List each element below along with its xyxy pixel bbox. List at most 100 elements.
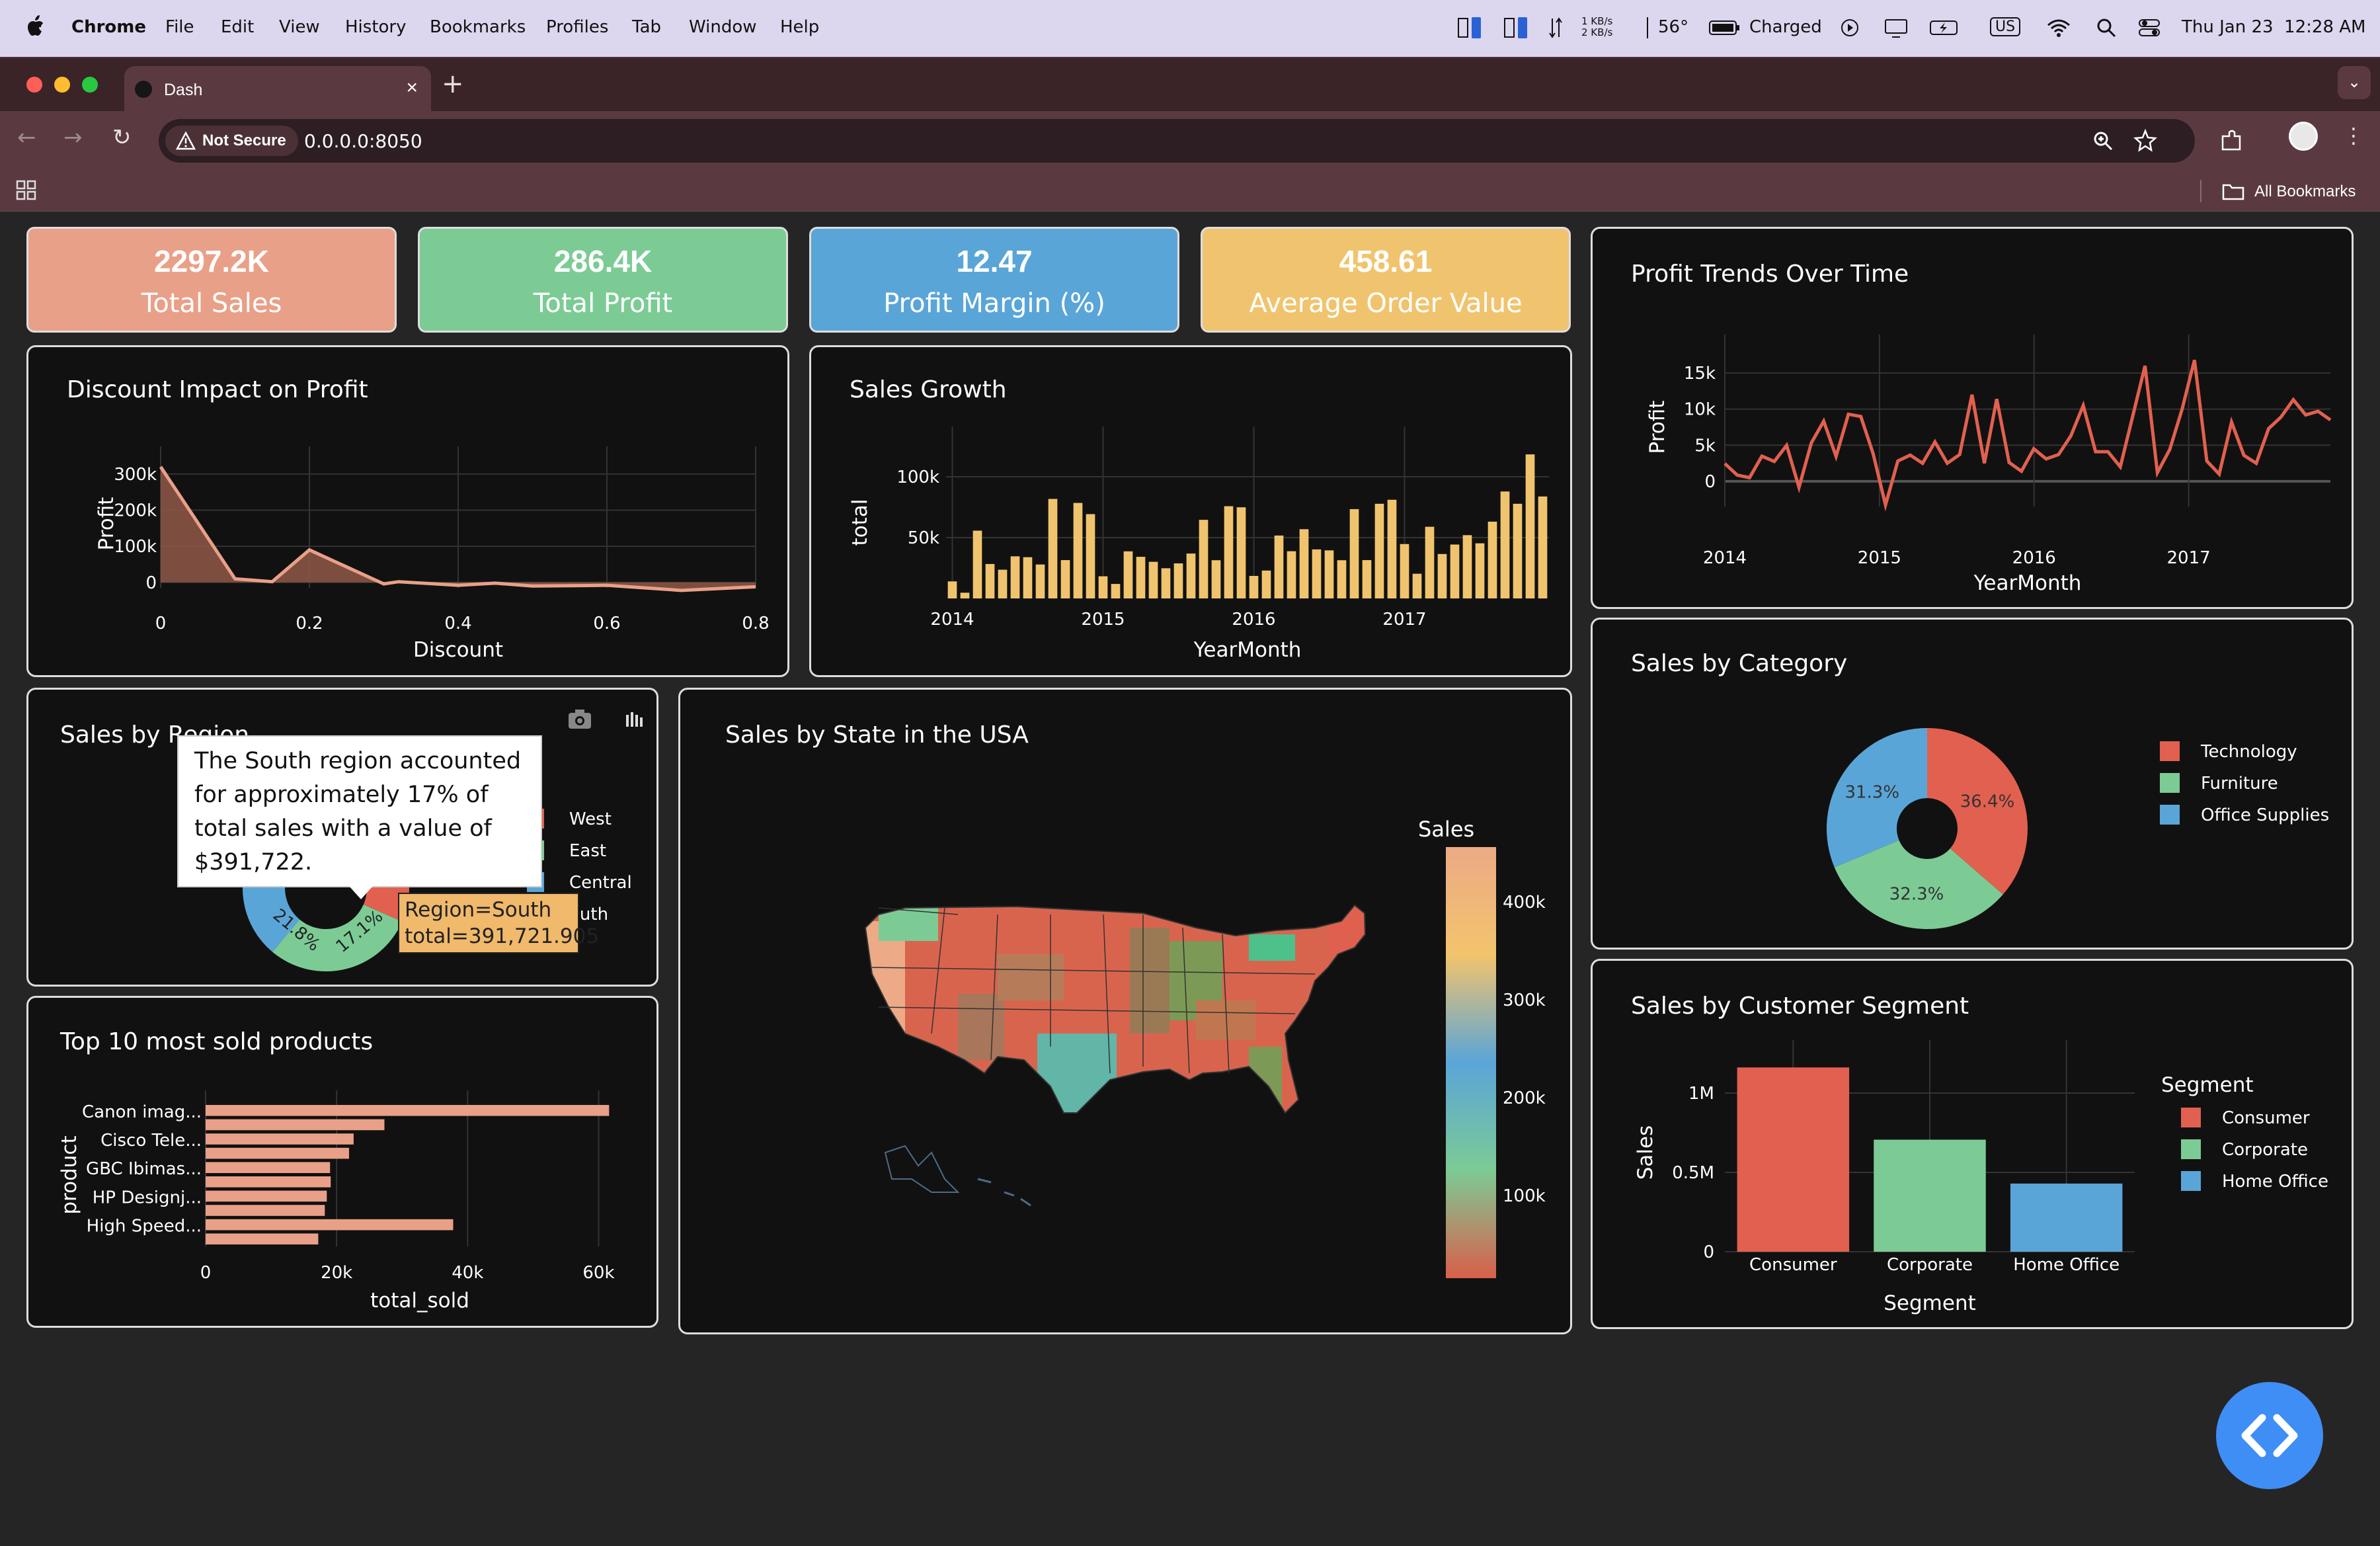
zoom-icon[interactable] bbox=[2092, 130, 2114, 152]
security-chip[interactable]: Not Secure bbox=[165, 126, 298, 156]
discount-area-chart[interactable]: 0 0.2 0.4 0.6 0.8 0 100k 200k 300k Discount Profit bbox=[28, 347, 787, 675]
menu-help[interactable]: Help bbox=[780, 17, 819, 37]
all-bookmarks-button[interactable]: All Bookmarks bbox=[2221, 181, 2356, 206]
forward-button[interactable]: → bbox=[63, 124, 83, 151]
y-tick-label: 200k bbox=[114, 501, 157, 521]
kpi-label: Profit Margin (%) bbox=[883, 288, 1105, 319]
sales-growth-bar-chart[interactable]: 50k 100k 2014 2015 2016 2017 YearMonth total bbox=[811, 347, 1570, 675]
back-button[interactable]: ← bbox=[17, 124, 36, 151]
bookmarks-bar: All Bookmarks bbox=[0, 171, 2380, 212]
bar bbox=[206, 1119, 385, 1131]
segment-bar-chart[interactable]: 0 0.5M 1M Consumer Corporate Home Office Segme… bbox=[1593, 961, 2352, 1327]
menu-tab[interactable]: Tab bbox=[632, 17, 661, 37]
apple-icon[interactable] bbox=[25, 15, 45, 38]
extensions-icon[interactable] bbox=[2219, 127, 2245, 153]
x-axis-title: YearMonth bbox=[1973, 571, 2082, 595]
network-speed[interactable]: 1 KB/s 2 KB/s bbox=[1581, 16, 1612, 38]
spotlight-search-icon[interactable] bbox=[2094, 15, 2118, 41]
state-alaska[interactable] bbox=[884, 1145, 960, 1193]
state-texas[interactable] bbox=[1037, 1034, 1117, 1113]
bar bbox=[1073, 503, 1083, 598]
bar bbox=[206, 1133, 354, 1145]
play-icon[interactable] bbox=[1839, 15, 1860, 41]
chrome-menu-icon[interactable]: ⋮ bbox=[2343, 123, 2364, 148]
legend-label: Consumer bbox=[2222, 1108, 2310, 1128]
hover-total: total=391,721.905 bbox=[405, 924, 600, 948]
menu-chrome[interactable]: Chrome bbox=[71, 17, 146, 37]
bar bbox=[1437, 553, 1447, 598]
x-tick-label: 2014 bbox=[1703, 548, 1747, 568]
panel-sales-by-segment: Sales by Customer Segment 0 0.5M 1M Consume… bbox=[1591, 959, 2354, 1329]
zoom-window-button[interactable] bbox=[82, 77, 98, 93]
legend-swatch bbox=[2160, 805, 2180, 825]
bar bbox=[1513, 503, 1523, 598]
top-products-bar-chart[interactable]: 0 20k 40k 60k Canon imag... Cisco Tele... GBC … bbox=[28, 998, 656, 1326]
state-midwest-a[interactable] bbox=[1130, 928, 1170, 1034]
close-tab-icon[interactable]: × bbox=[406, 77, 418, 99]
slice-label: 36.4% bbox=[1960, 792, 2015, 812]
profile-avatar[interactable] bbox=[2289, 122, 2318, 151]
battery-status[interactable]: Charged bbox=[1749, 17, 1822, 37]
state-arizona[interactable] bbox=[958, 994, 1004, 1060]
legend-label: West bbox=[569, 809, 612, 829]
apps-grid-icon[interactable] bbox=[16, 180, 37, 201]
display-icon[interactable] bbox=[1883, 15, 1909, 41]
bar bbox=[1737, 1067, 1850, 1252]
category-donut-chart[interactable]: 36.4% 32.3% 31.3% Technology Furniture Office… bbox=[1593, 620, 2352, 948]
menu-bar: Chrome File Edit View History Bookmarks … bbox=[0, 0, 2380, 57]
x-tick-label: 60k bbox=[582, 1263, 614, 1283]
x-tick-label: Consumer bbox=[1749, 1255, 1837, 1275]
x-tick-label: 2017 bbox=[1382, 610, 1426, 630]
y-tick-label: 15k bbox=[1684, 364, 1716, 384]
bar bbox=[1337, 560, 1347, 598]
legend-swatch bbox=[2160, 773, 2180, 793]
tab-dash[interactable]: Dash × bbox=[124, 66, 431, 112]
state-pennsylvania[interactable] bbox=[1249, 934, 1295, 961]
code-toggle-button[interactable] bbox=[2216, 1382, 2323, 1489]
kpi-value: 12.47 bbox=[956, 244, 1033, 278]
memory-stat-icon[interactable] bbox=[1457, 15, 1484, 41]
control-center-icon[interactable] bbox=[2137, 15, 2163, 41]
legend-label: Home Office bbox=[2222, 1172, 2328, 1192]
profit-trend-line-chart[interactable]: 0 5k 10k 15k 2014 2015 2016 2017 YearMonth Profit bbox=[1593, 229, 2352, 607]
close-window-button[interactable] bbox=[26, 77, 42, 93]
usa-choropleth-map[interactable]: Sales 400k 300k 200k 100k bbox=[680, 690, 1570, 1332]
tab-search-button[interactable]: ⌄ bbox=[2338, 66, 2371, 99]
wifi-icon[interactable] bbox=[2045, 15, 2072, 41]
x-tick-label: 0 bbox=[200, 1263, 212, 1283]
kpi-value: 2297.2K bbox=[154, 244, 269, 278]
tab-title: Dash bbox=[164, 81, 203, 99]
security-label: Not Secure bbox=[202, 132, 286, 149]
all-bookmarks-label: All Bookmarks bbox=[2254, 183, 2356, 200]
network-arrows-icon[interactable] bbox=[1547, 15, 1564, 41]
menu-window[interactable]: Window bbox=[689, 17, 757, 37]
menu-bookmarks[interactable]: Bookmarks bbox=[430, 17, 526, 37]
menu-edit[interactable]: Edit bbox=[221, 17, 254, 37]
address-bar[interactable]: Not Secure 0.0.0.0:8050 bbox=[159, 119, 2195, 163]
bar bbox=[1287, 551, 1296, 598]
temperature[interactable]: 56° bbox=[1658, 17, 1688, 37]
menu-history[interactable]: History bbox=[345, 17, 407, 37]
colorbar[interactable] bbox=[1446, 847, 1496, 1278]
y-axis-title: total bbox=[848, 499, 872, 546]
minimize-window-button[interactable] bbox=[54, 77, 70, 93]
battery-charged-icon[interactable] bbox=[1708, 15, 1741, 41]
new-tab-button[interactable]: + bbox=[442, 69, 464, 99]
menu-profiles[interactable]: Profiles bbox=[546, 17, 608, 37]
colorbar-title: Sales bbox=[1418, 817, 1474, 842]
state-hawaii[interactable] bbox=[977, 1178, 1031, 1207]
bookmark-star-icon[interactable] bbox=[2133, 128, 2158, 153]
clock[interactable]: Thu Jan 23 12:28 AM bbox=[2182, 17, 2365, 37]
reload-button[interactable]: ↻ bbox=[112, 124, 132, 151]
bar bbox=[1236, 507, 1246, 598]
menu-file[interactable]: File bbox=[165, 17, 194, 37]
input-source[interactable]: US bbox=[1990, 17, 2021, 36]
state-colorado[interactable] bbox=[998, 954, 1064, 1000]
battery-icon[interactable] bbox=[1929, 15, 1962, 41]
state-florida[interactable] bbox=[1249, 1047, 1282, 1113]
disk-stat-icon[interactable] bbox=[1503, 15, 1530, 41]
menu-view[interactable]: View bbox=[279, 17, 320, 37]
colorbar-tick: 200k bbox=[1503, 1088, 1546, 1108]
url-text[interactable]: 0.0.0.0:8050 bbox=[304, 130, 422, 152]
bar bbox=[972, 530, 982, 598]
